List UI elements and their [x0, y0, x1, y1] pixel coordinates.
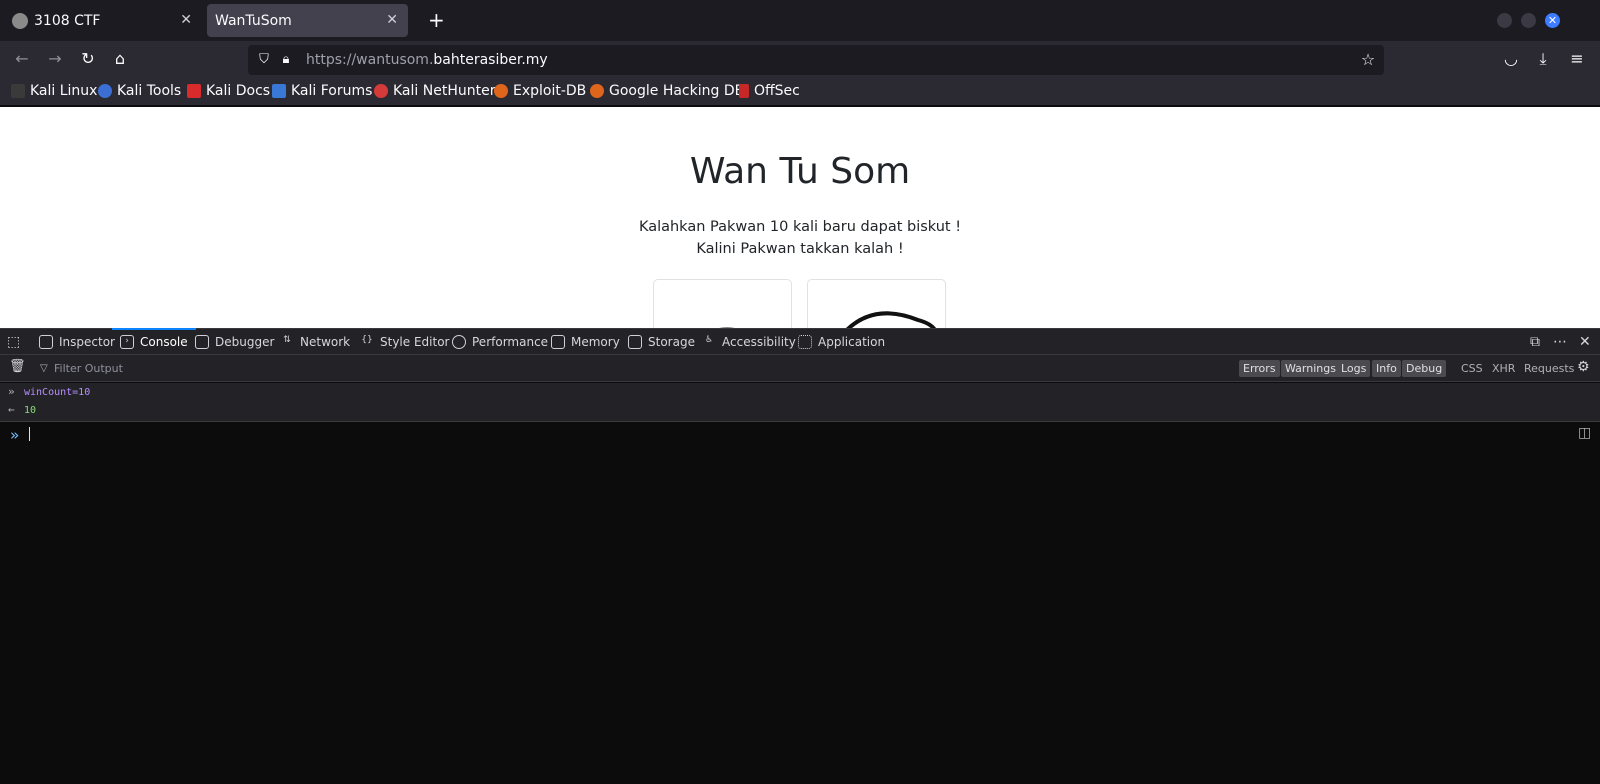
kali-docs-icon: [187, 84, 201, 98]
lock-icon[interactable]: 🔒︎: [276, 50, 296, 70]
prompt-chevron-icon: »: [10, 426, 20, 444]
web-page: Wan Tu Som Kalahkan Pakwan 10 kali baru …: [0, 107, 1600, 328]
network-icon: ⇅: [283, 335, 291, 345]
console-input-area[interactable]: » ◫: [0, 422, 1600, 784]
close-window-button[interactable]: ✕: [1545, 13, 1560, 28]
offsec-icon: [739, 84, 749, 98]
storage-icon: [628, 335, 642, 349]
tab-network[interactable]: ⇅ Network: [280, 329, 350, 355]
home-icon[interactable]: ⌂: [110, 49, 130, 69]
ghdb-icon: [590, 84, 604, 98]
trash-icon[interactable]: 🗑︎: [9, 359, 26, 375]
tab-performance[interactable]: Performance: [452, 329, 548, 355]
more-options-icon[interactable]: ⋯: [1553, 334, 1567, 350]
tab-debugger[interactable]: Debugger: [195, 329, 274, 355]
hand-drawing-right: [846, 311, 937, 328]
filter-logs-button[interactable]: Logs: [1337, 360, 1371, 377]
kali-forums-icon: [272, 84, 286, 98]
new-tab-button[interactable]: +: [428, 8, 445, 32]
devtools-toolbar: ⬚ Inspector › Console Debugger ⇅ Network {…: [0, 328, 1600, 355]
tab-application[interactable]: Application: [798, 329, 885, 355]
debugger-icon: [195, 335, 209, 349]
console-output: » winCount=10 ← 10: [0, 383, 1600, 422]
application-icon: [798, 335, 812, 349]
bookmark-kali-linux[interactable]: Kali Linux: [11, 83, 97, 99]
maximize-button[interactable]: [1521, 13, 1536, 28]
kali-tab-icon: [12, 12, 28, 29]
tab-accessibility[interactable]: ♿︎ Accessibility: [702, 329, 796, 355]
close-devtools-icon[interactable]: ✕: [1579, 334, 1591, 350]
bookmark-google-hacking-db[interactable]: Google Hacking DB: [590, 83, 744, 99]
choice-card-right[interactable]: [807, 279, 946, 328]
back-arrow-icon[interactable]: ←: [12, 49, 32, 69]
tab-inspector[interactable]: Inspector: [39, 329, 115, 355]
tab-title: WanTuSom: [215, 12, 292, 29]
filter-requests-button[interactable]: Requests: [1524, 360, 1574, 377]
hand-drawing-left: [719, 327, 735, 328]
tab-3108-ctf[interactable]: 3108 CTF ✕: [4, 4, 202, 37]
page-title: Wan Tu Som: [689, 151, 911, 192]
inspector-icon: [39, 335, 53, 349]
tab-strip: 3108 CTF ✕ WanTuSom ✕ + ✕: [0, 0, 1600, 41]
console-settings-gear-icon[interactable]: ⚙: [1577, 359, 1590, 375]
filter-output-input[interactable]: [40, 360, 540, 377]
bookmark-kali-docs[interactable]: Kali Docs: [187, 83, 270, 99]
bookmarks-toolbar: Kali Linux Kali Tools Kali Docs Kali For…: [0, 79, 1600, 106]
console-result-line: ← 10: [8, 401, 36, 419]
bookmark-kali-tools[interactable]: Kali Tools: [98, 83, 181, 99]
tab-wantusom[interactable]: WanTuSom ✕: [207, 4, 408, 37]
result-arrow-icon: ←: [8, 403, 15, 416]
console-icon: ›: [120, 335, 134, 349]
tab-console[interactable]: › Console: [112, 328, 196, 355]
dock-side-icon[interactable]: ⧉: [1530, 334, 1540, 350]
filter-xhr-button[interactable]: XHR: [1492, 360, 1515, 377]
bookmark-star-icon[interactable]: ☆: [1358, 50, 1378, 70]
tab-memory[interactable]: Memory: [551, 329, 620, 355]
close-tab-icon[interactable]: ✕: [180, 12, 192, 28]
reload-icon[interactable]: ↻: [78, 49, 98, 69]
memory-icon: [551, 335, 565, 349]
element-picker-icon[interactable]: ⬚: [7, 334, 20, 350]
tab-title: 3108 CTF: [34, 12, 101, 29]
bookmark-exploit-db[interactable]: Exploit-DB: [494, 83, 586, 99]
filter-debug-button[interactable]: Debug: [1402, 360, 1447, 377]
forward-arrow-icon[interactable]: →: [45, 49, 65, 69]
close-tab-icon[interactable]: ✕: [386, 12, 398, 28]
editor-mode-toggle-icon[interactable]: ◫: [1578, 425, 1591, 441]
console-filter-bar: 🗑︎ ▽ Errors Warnings Logs Info Debug CSS…: [0, 355, 1600, 382]
accessibility-icon: ♿︎: [704, 335, 714, 345]
console-command-line: » winCount=10: [8, 383, 90, 401]
performance-icon: [452, 335, 466, 349]
minimize-button[interactable]: [1497, 13, 1512, 28]
page-taunt: Kalini Pakwan takkan kalah !: [696, 241, 904, 257]
tab-storage[interactable]: Storage: [628, 329, 695, 355]
page-instruction: Kalahkan Pakwan 10 kali baru dapat bisku…: [638, 219, 962, 235]
bookmark-kali-nethunter[interactable]: Kali NetHunter: [374, 83, 495, 99]
bookmark-kali-forums[interactable]: Kali Forums: [272, 83, 372, 99]
bookmark-offsec[interactable]: OffSec: [739, 83, 800, 99]
filter-errors-button[interactable]: Errors: [1239, 360, 1280, 377]
filter-info-button[interactable]: Info: [1372, 360, 1401, 377]
nethunter-icon: [374, 84, 388, 98]
input-chevron-icon: »: [8, 385, 15, 398]
exploit-db-icon: [494, 84, 508, 98]
downloads-icon[interactable]: ⤓: [1533, 49, 1553, 69]
kali-tools-icon: [98, 84, 112, 98]
choice-card-left[interactable]: [653, 279, 792, 328]
braces-icon: {}: [361, 335, 373, 345]
pocket-icon[interactable]: ◡: [1501, 49, 1521, 69]
tab-style-editor[interactable]: {} Style Editor: [360, 329, 449, 355]
navigation-toolbar: ← → ↻ ⌂ ⛉ 🔒︎ https://wantusom.bahterasib…: [0, 41, 1600, 79]
url-text: https://wantusom.bahterasiber.my: [306, 52, 548, 68]
text-caret: [29, 427, 30, 441]
menu-icon[interactable]: ≡: [1567, 49, 1587, 69]
filter-warnings-button[interactable]: Warnings: [1281, 360, 1340, 377]
address-bar[interactable]: ⛉ 🔒︎ https://wantusom.bahterasiber.my ☆: [248, 45, 1384, 75]
kali-dragon-icon: [11, 84, 25, 98]
shield-icon[interactable]: ⛉: [254, 50, 274, 70]
filter-css-button[interactable]: CSS: [1461, 360, 1483, 377]
